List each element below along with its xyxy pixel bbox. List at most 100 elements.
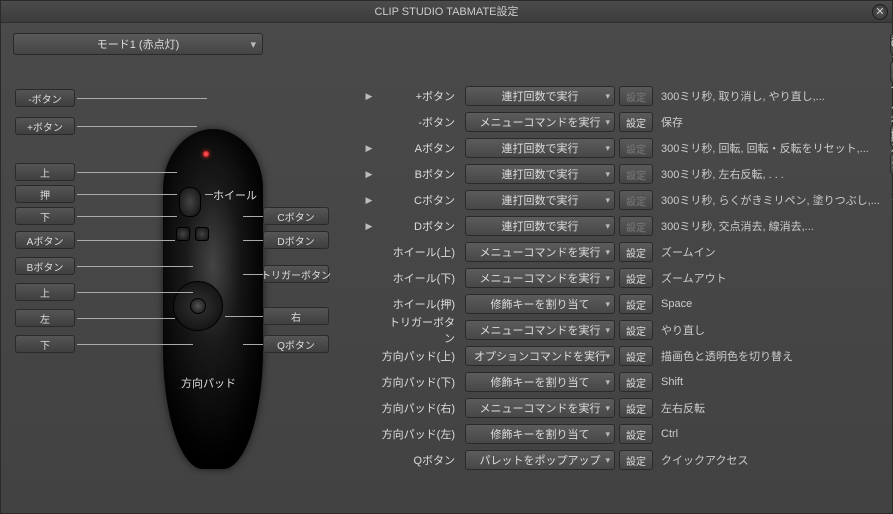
device-diagram: -ボタン +ボタン 上 押 下 Aボタン Bボタン 上 左 下 ホイール 方向パ…	[13, 69, 353, 489]
row-label: ホイール(上)	[379, 244, 461, 260]
row-label: -ボタン	[379, 114, 461, 130]
action-dropdown-label: 連打回数で実行	[502, 218, 579, 234]
assignment-detail: 300ミリ秒, 取り消し, やり直し,...	[657, 88, 880, 104]
action-dropdown-label: 修飾キーを割り当て	[491, 296, 590, 312]
configure-button[interactable]: 設定	[619, 242, 653, 262]
label-dpad-left[interactable]: 左	[15, 309, 75, 327]
action-dropdown[interactable]: 修飾キーを割り当て	[465, 294, 615, 314]
label-wheel-down[interactable]: 下	[15, 207, 75, 225]
action-dropdown[interactable]: オプションコマンドを実行	[465, 346, 615, 366]
assignment-detail: 描画色と透明色を切り替え	[657, 348, 880, 364]
action-dropdown-label: 連打回数で実行	[502, 140, 579, 156]
action-dropdown[interactable]: メニューコマンドを実行	[465, 242, 615, 262]
assignment-detail: ズームアウト	[657, 270, 880, 286]
label-b[interactable]: Bボタン	[15, 257, 75, 275]
phys-dpad-center	[190, 298, 206, 314]
label-c[interactable]: Cボタン	[263, 207, 329, 225]
row-label: 方向パッド(上)	[379, 348, 461, 364]
action-dropdown[interactable]: 連打回数で実行	[465, 190, 615, 210]
action-dropdown[interactable]: 連打回数で実行	[465, 216, 615, 236]
assignment-detail: 300ミリ秒, 交点消去, 線消去,...	[657, 218, 880, 234]
label-trigger[interactable]: トリガーボタン	[263, 265, 329, 283]
configure-button: 設定	[619, 138, 653, 158]
action-dropdown-label: 連打回数で実行	[502, 166, 579, 182]
action-dropdown[interactable]: 連打回数で実行	[465, 138, 615, 158]
row-label: 方向パッド(左)	[379, 426, 461, 442]
label-wheel-up[interactable]: 上	[15, 163, 75, 181]
assignment-detail: やり直し	[657, 322, 880, 338]
action-dropdown-label: 修飾キーを割り当て	[491, 426, 590, 442]
label-plus[interactable]: +ボタン	[15, 117, 75, 135]
label-dpad-up[interactable]: 上	[15, 283, 75, 301]
configure-button[interactable]: 設定	[619, 450, 653, 470]
assignment-table: ▶+ボタン連打回数で実行設定300ミリ秒, 取り消し, やり直し,...-ボタン…	[363, 33, 880, 489]
mode-led-icon	[203, 151, 209, 157]
expand-arrow-icon[interactable]: ▶	[363, 143, 375, 154]
expand-arrow-icon[interactable]: ▶	[363, 91, 375, 102]
assignment-row: -ボタンメニューコマンドを実行設定保存	[363, 109, 880, 135]
row-label: Aボタン	[379, 140, 461, 156]
label-dpad-text: 方向パッド	[181, 375, 236, 391]
action-dropdown-label: メニューコマンドを実行	[480, 400, 601, 416]
assignment-row: ホイール(上)メニューコマンドを実行設定ズームイン	[363, 239, 880, 265]
label-dpad-right[interactable]: 右	[263, 307, 329, 325]
label-d[interactable]: Dボタン	[263, 231, 329, 249]
row-label: 方向パッド(下)	[379, 374, 461, 390]
assignment-detail: 保存	[657, 114, 880, 130]
assignment-detail: 左右反転	[657, 400, 880, 416]
assignment-row: Qボタン パレットをポップアップ 設定クイックアクセス	[363, 447, 880, 473]
mode-dropdown[interactable]: モード1 (赤点灯)	[13, 33, 263, 55]
action-dropdown-label: パレットをポップアップ	[480, 452, 601, 468]
expand-arrow-icon[interactable]: ▶	[363, 221, 375, 232]
assignment-row: 方向パッド(左) 修飾キーを割り当て 設定 Ctrl	[363, 421, 880, 447]
configure-button: 設定	[619, 86, 653, 106]
dialog-title: CLIP STUDIO TABMATE設定	[374, 6, 518, 18]
configure-button[interactable]: 設定	[619, 398, 653, 418]
action-dropdown[interactable]: 連打回数で実行	[465, 164, 615, 184]
action-dropdown[interactable]: メニューコマンドを実行	[465, 320, 615, 340]
close-button[interactable]: ✕	[872, 4, 888, 20]
assignment-detail: 300ミリ秒, 左右反転, . . .	[657, 166, 880, 182]
action-dropdown[interactable]: 修飾キーを割り当て	[465, 424, 615, 444]
action-dropdown[interactable]: パレットをポップアップ	[465, 450, 615, 470]
configure-button[interactable]: 設定	[619, 294, 653, 314]
action-dropdown[interactable]: 連打回数で実行	[465, 86, 615, 106]
row-label: Cボタン	[379, 192, 461, 208]
configure-button[interactable]: 設定	[619, 372, 653, 392]
row-label: ホイール(下)	[379, 270, 461, 286]
action-dropdown-label: メニューコマンドを実行	[480, 270, 601, 286]
row-label: Bボタン	[379, 166, 461, 182]
assignment-row: トリガーボタンメニューコマンドを実行設定やり直し	[363, 317, 880, 343]
expand-arrow-icon[interactable]: ▶	[363, 195, 375, 206]
action-dropdown[interactable]: 修飾キーを割り当て	[465, 372, 615, 392]
configure-button[interactable]: 設定	[619, 268, 653, 288]
row-label: Qボタン	[379, 452, 461, 468]
label-a[interactable]: Aボタン	[15, 231, 75, 249]
assignment-row: ▶ Bボタン 連打回数で実行 設定300ミリ秒, 左右反転, . . .	[363, 161, 880, 187]
label-wheel-press[interactable]: 押	[15, 185, 75, 203]
configure-button[interactable]: 設定	[619, 112, 653, 132]
assignment-row: ホイール(下) メニューコマンドを実行 設定ズームアウト	[363, 265, 880, 291]
action-dropdown[interactable]: メニューコマンドを実行	[465, 112, 615, 132]
action-dropdown[interactable]: メニューコマンドを実行	[465, 398, 615, 418]
configure-button[interactable]: 設定	[619, 320, 653, 340]
assignment-detail: クイックアクセス	[657, 452, 880, 468]
row-label: 方向パッド(右)	[379, 400, 461, 416]
configure-button[interactable]: 設定	[619, 346, 653, 366]
label-dpad-down[interactable]: 下	[15, 335, 75, 353]
mode-dropdown-label: モード1 (赤点灯)	[97, 36, 180, 52]
action-dropdown-label: メニューコマンドを実行	[480, 322, 601, 338]
expand-arrow-icon[interactable]: ▶	[363, 169, 375, 180]
assignment-detail: Ctrl	[657, 428, 880, 440]
configure-button[interactable]: 設定	[619, 424, 653, 444]
assignment-row: ▶Cボタン連打回数で実行設定300ミリ秒, らくがきミリペン, 塗りつぶし,..…	[363, 187, 880, 213]
row-label: +ボタン	[379, 88, 461, 104]
assignment-detail: Shift	[657, 376, 880, 388]
label-minus[interactable]: -ボタン	[15, 89, 75, 107]
label-q[interactable]: Qボタン	[263, 335, 329, 353]
action-dropdown[interactable]: メニューコマンドを実行	[465, 268, 615, 288]
configure-button: 設定	[619, 164, 653, 184]
assignment-row: ▶Aボタン連打回数で実行設定300ミリ秒, 回転, 回転・反転をリセット,...	[363, 135, 880, 161]
assignment-row: 方向パッド(右) メニューコマンドを実行 設定左右反転	[363, 395, 880, 421]
action-dropdown-label: オプションコマンドを実行	[474, 348, 606, 364]
